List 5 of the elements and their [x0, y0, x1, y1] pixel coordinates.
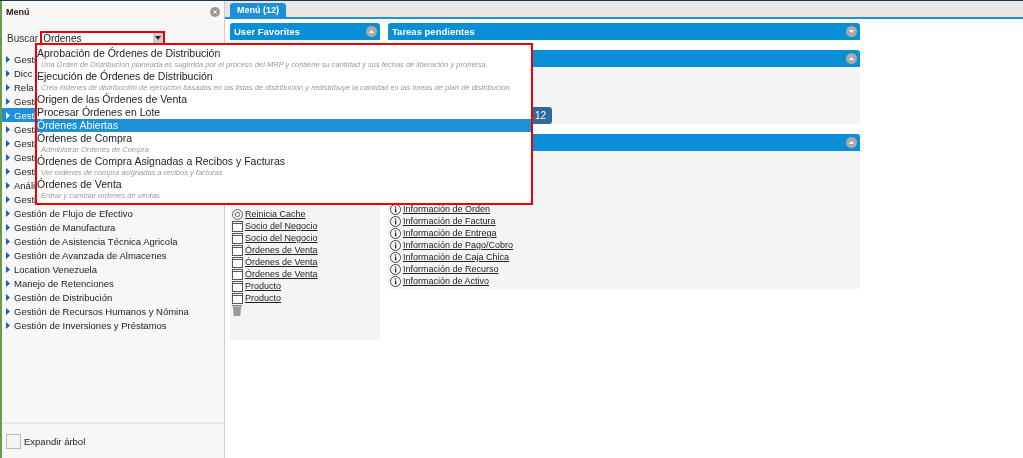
checkbox-label: Expandir árbol — [24, 435, 86, 447]
sidebar-title: Menú — [6, 7, 30, 17]
panel-title: User Favorites — [234, 26, 300, 37]
panel-title: Tareas pendientes — [392, 26, 475, 37]
search-label: Buscar — [7, 32, 39, 44]
